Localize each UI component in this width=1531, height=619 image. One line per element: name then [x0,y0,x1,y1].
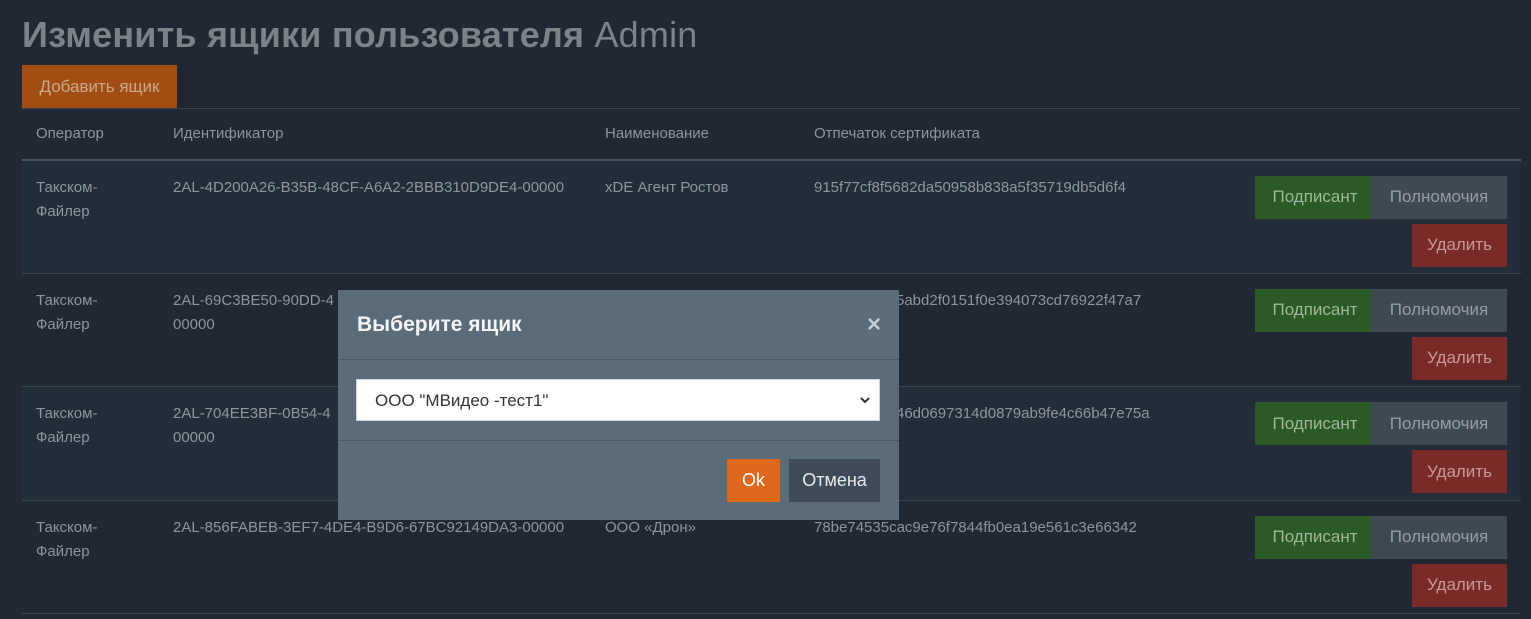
rights-button[interactable]: Полномочия [1371,515,1507,559]
modal-footer: Ok Отмена [338,441,899,520]
signer-button[interactable]: Подписант [1255,402,1375,445]
identifier-cell: 2AL-4D200A26-B35B-48CF-A6A2-2BBB310D9DE4… [173,178,565,196]
modal-header: Выберите ящик × [338,290,899,360]
delete-button[interactable]: Удалить [1412,336,1507,380]
box-select-value: ООО "МВидео -тест1" [375,391,549,410]
signer-button[interactable]: Подписант [1255,175,1375,219]
actions-cell: Подписант Полномочия Удалить [1210,500,1521,614]
chevron-down-icon [859,380,871,438]
column-header-operator: Оператор [22,108,159,161]
rights-button[interactable]: Полномочия [1371,402,1507,445]
add-box-button[interactable]: Добавить ящик [22,65,177,108]
box-select[interactable]: ООО "МВидео -тест1" [356,379,880,421]
page-title-prefix: Изменить ящики пользователя [22,14,585,55]
thumbprint-cell: 915f77cf8f5682da50958b838a5f35719db5d6f4 [814,178,1126,196]
column-header-identifier: Идентификатор [159,108,591,161]
column-header-actions [1210,108,1521,161]
modal-body: ООО "МВидео -тест1" [338,360,899,441]
select-box-modal: Выберите ящик × ООО "МВидео -тест1" Ok О… [338,290,899,520]
ok-button[interactable]: Ok [727,459,780,502]
signer-button[interactable]: Подписант [1255,515,1375,559]
identifier-text: 2AL-69C3BE50-90DD-4 [173,291,334,309]
actions-cell: Подписант Полномочия Удалить [1210,160,1521,274]
page-title: Изменить ящики пользователя Admin [22,14,698,56]
cancel-button[interactable]: Отмена [789,459,880,502]
operator-cell: Такском-Файлер [36,518,98,560]
rights-button[interactable]: Полномочия [1371,288,1507,332]
delete-button[interactable]: Удалить [1412,563,1507,607]
modal-title: Выберите ящик [357,312,522,336]
column-header-thumbprint: Отпечаток сертификата [800,108,1210,161]
rights-button[interactable]: Полномочия [1371,175,1507,219]
delete-button[interactable]: Удалить [1412,223,1507,267]
identifier-text: 2AL-704EE3BF-0B54-4 [173,405,331,422]
table-header-row: Оператор Идентификатор Наименование Отпе… [22,108,1521,161]
close-icon[interactable]: × [867,312,881,337]
actions-cell: Подписант Полномочия Удалить [1210,273,1521,387]
operator-cell: Такском-Файлер [36,291,98,333]
table-row: Такском-Файлер 2AL-4D200A26-B35B-48CF-A6… [22,159,1521,274]
identifier-text-line2: 00000 [173,315,215,333]
actions-cell: Подписант Полномочия Удалить [1210,387,1521,501]
signer-button[interactable]: Подписант [1255,288,1375,332]
operator-cell: Такском-Файлер [36,178,98,220]
delete-button[interactable]: Удалить [1412,450,1507,493]
page-title-user: Admin [594,14,698,55]
column-header-name: Наименование [591,108,800,161]
identifier-text-line2: 00000 [173,429,215,446]
name-cell: xDE Агент Ростов [605,178,729,196]
operator-cell: Такском-Файлер [36,405,98,446]
